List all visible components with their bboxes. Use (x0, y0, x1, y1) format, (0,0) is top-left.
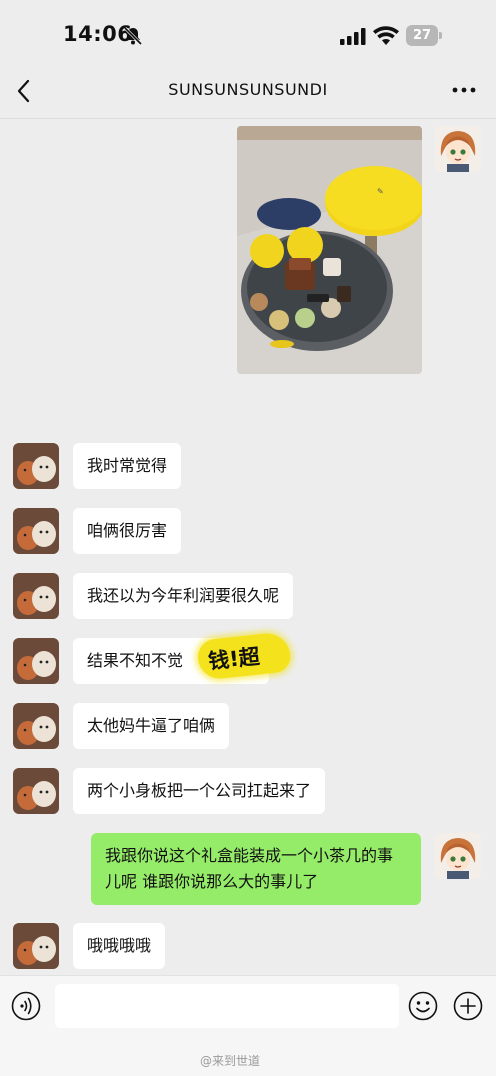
svg-text:✎: ✎ (377, 187, 384, 196)
my-message-bubble[interactable]: 我跟你说这个礼盒能装成一个小茶几的事儿呢 谁跟你说那么大的事儿了 (91, 833, 421, 905)
contact-avatar[interactable] (13, 573, 59, 619)
voice-icon[interactable] (11, 991, 41, 1021)
emoji-icon[interactable] (408, 991, 438, 1021)
message-image[interactable]: ✎ (237, 126, 422, 374)
signal-icon (340, 28, 366, 45)
wifi-icon (373, 26, 399, 45)
plus-icon[interactable] (453, 991, 483, 1021)
more-icon[interactable] (450, 80, 478, 100)
my-avatar[interactable] (435, 126, 481, 172)
contact-avatar[interactable] (13, 443, 59, 489)
status-bar: 14:06 27 (0, 0, 496, 70)
battery-level: 27 (412, 28, 432, 43)
message-input[interactable] (55, 984, 399, 1028)
chat-header: SUNSUNSUNSUNDI (0, 70, 496, 119)
contact-avatar[interactable] (13, 703, 59, 749)
bell-slash-icon (123, 26, 143, 46)
contact-avatar[interactable] (13, 508, 59, 554)
watermark: @来到世道 (200, 1054, 261, 1068)
message-text: 结果不知不觉 (87, 651, 184, 670)
contact-avatar[interactable] (13, 923, 59, 969)
status-time: 14:06 (63, 22, 133, 46)
sticker-text: 钱!超 (207, 644, 261, 674)
battery-icon: 27 (406, 25, 442, 46)
contact-avatar[interactable] (13, 638, 59, 684)
message-bubble[interactable]: 哦哦哦哦 (73, 923, 166, 969)
sticker-overlay: 钱!超 (196, 631, 292, 681)
contact-avatar[interactable] (13, 768, 59, 814)
message-bubble[interactable]: 咱俩很厉害 (73, 508, 182, 554)
message-bubble[interactable]: 太他妈牛逼了咱俩 (73, 703, 230, 749)
input-bar (0, 975, 496, 1036)
message-bubble[interactable]: 两个小身板把一个公司扛起来了 (73, 768, 326, 814)
message-bubble[interactable]: 我时常觉得 (73, 443, 182, 489)
chat-title: SUNSUNSUNSUNDI (168, 80, 328, 99)
my-avatar[interactable] (435, 833, 481, 879)
message-bubble[interactable]: 我还以为今年利润要很久呢 (73, 573, 294, 619)
